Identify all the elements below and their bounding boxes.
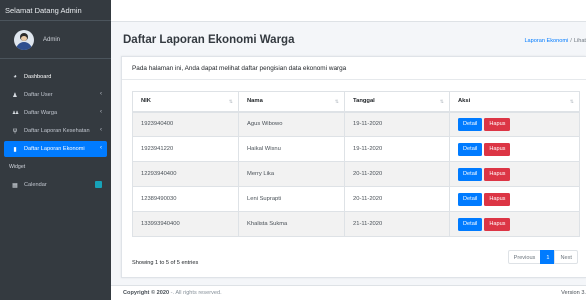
top-navbar — [111, 0, 586, 22]
pagination: Previous 1 Next — [507, 250, 578, 264]
footer: Copyright © 2020 -. All rights reserved.… — [111, 285, 586, 300]
cell-tanggal: 20-11-2020 — [344, 161, 450, 187]
table-row: 1923941220 Haikal Wisnu 19-11-2020 Detai… — [132, 136, 580, 162]
cell-aksi: Detail Hapus — [449, 111, 580, 137]
breadcrumb-link[interactable]: Laporan Ekonomi — [524, 38, 568, 44]
calendar-badge — [95, 181, 102, 188]
calendar-icon: ▦ — [12, 182, 18, 189]
table-row: 1923940400 Agus Wibowo 19-11-2020 Detail… — [132, 111, 580, 137]
footer-version: Version 3. — [561, 290, 586, 296]
hapus-button[interactable]: Hapus — [484, 142, 511, 156]
sidebar-item-calendar[interactable]: ▦ Calendar — [4, 177, 107, 193]
sidebar-item-laporan-ekonomi[interactable]: ▮ Daftar Laporan Ekonomi ‹ — [4, 141, 107, 157]
card-description: Pada halaman ini, Anda dapat melihat daf… — [122, 57, 586, 80]
sidebar-nav: ◕ Dashboard ♟ Daftar User ‹ ♟♟ Daftar Wa… — [0, 59, 111, 193]
cell-aksi: Detail Hapus — [449, 136, 580, 162]
sort-icon: ⇅ — [228, 99, 233, 105]
cell-nik: 1923940400 — [132, 111, 239, 137]
detail-button[interactable]: Detail — [458, 167, 483, 181]
cell-nama: Leni Suprapti — [238, 186, 345, 212]
cell-nik: 12389490030 — [132, 186, 239, 212]
chevron-left-icon: ‹ — [100, 109, 102, 115]
cell-tanggal: 19-11-2020 — [344, 111, 450, 137]
hapus-button[interactable]: Hapus — [484, 217, 511, 231]
cell-nama: Agus Wibowo — [238, 111, 345, 137]
table-row: 12293940400 Merry Lika 20-11-2020 Detail… — [132, 161, 580, 187]
hapus-button[interactable]: Hapus — [484, 167, 511, 181]
breadcrumb-separator: / — [570, 38, 572, 44]
footer-copyright: Copyright © 2020 -. All rights reserved. — [123, 290, 222, 296]
sort-icon: ⇅ — [334, 99, 339, 105]
sort-icon: ⇅ — [569, 99, 574, 105]
chevron-left-icon: ‹ — [100, 145, 102, 151]
breadcrumb-current: Lihat — [573, 38, 586, 44]
sidebar-item-label: Calendar — [24, 182, 47, 188]
column-header-nik[interactable]: NIK ⇅ — [132, 91, 239, 113]
page-title: Daftar Laporan Ekonomi Warga — [123, 34, 295, 46]
breadcrumb: Laporan Ekonomi / Lihat — [524, 38, 586, 44]
user-icon: ♟ — [12, 92, 18, 99]
cell-aksi: Detail Hapus — [449, 211, 580, 237]
sidebar-item-label: Daftar User — [24, 92, 53, 98]
brand-text[interactable]: Selamat Datang Admin — [0, 0, 111, 21]
cell-tanggal: 21-11-2020 — [344, 211, 450, 237]
table-info: Showing 1 to 5 of 5 entries — [132, 260, 199, 266]
user-panel: Admin — [0, 21, 111, 59]
pagination-previous[interactable]: Previous — [507, 250, 542, 264]
table-header-row: NIK ⇅ Nama ⇅ Tanggal ⇅ Aksi ⇅ — [132, 91, 580, 113]
hapus-button[interactable]: Hapus — [484, 192, 511, 206]
sidebar-item-laporan-kesehatan[interactable]: ψ Daftar Laporan Kesehatan ‹ — [4, 123, 107, 139]
sidebar-item-label: Daftar Laporan Kesehatan — [24, 128, 90, 134]
sidebar-item-label: Dashboard — [24, 74, 52, 80]
users-icon: ♟♟ — [11, 110, 19, 115]
chevron-left-icon: ‹ — [100, 127, 102, 133]
column-header-nama[interactable]: Nama ⇅ — [238, 91, 345, 113]
sidebar-item-label: Daftar Warga — [24, 110, 58, 116]
sort-icon: ⇅ — [439, 99, 444, 105]
cell-nama: Khalista Sukma — [238, 211, 345, 237]
cell-aksi: Detail Hapus — [449, 186, 580, 212]
nav-header-widget: Widget — [9, 164, 26, 170]
sidebar-item-label: Daftar Laporan Ekonomi — [24, 146, 85, 152]
detail-button[interactable]: Detail — [458, 117, 483, 131]
sidebar-item-daftar-user[interactable]: ♟ Daftar User ‹ — [4, 87, 107, 103]
avatar[interactable] — [14, 29, 34, 50]
detail-button[interactable]: Detail — [458, 142, 483, 156]
cell-tanggal: 20-11-2020 — [344, 186, 450, 212]
sidebar-item-dashboard[interactable]: ◕ Dashboard — [4, 69, 107, 85]
pagination-page-1[interactable]: 1 — [540, 250, 556, 264]
cell-aksi: Detail Hapus — [449, 161, 580, 187]
report-table: NIK ⇅ Nama ⇅ Tanggal ⇅ Aksi ⇅ 1923940400 Agu… — [132, 91, 580, 237]
hapus-button[interactable]: Hapus — [484, 117, 511, 131]
dashboard-icon: ◕ — [13, 74, 17, 80]
heartbeat-icon: ψ — [12, 128, 18, 134]
cell-nik: 12293940400 — [132, 161, 239, 187]
column-header-aksi[interactable]: Aksi ⇅ — [449, 91, 580, 113]
detail-button[interactable]: Detail — [458, 192, 483, 206]
cell-tanggal: 19-11-2020 — [344, 136, 450, 162]
cell-nik: 1923941220 — [132, 136, 239, 162]
sidebar: Selamat Datang Admin Admin ◕ Dashboard ♟… — [0, 0, 111, 300]
user-name[interactable]: Admin — [43, 37, 60, 43]
chevron-left-icon: ‹ — [100, 91, 102, 97]
cell-nama: Merry Lika — [238, 161, 345, 187]
cell-nik: 133993940400 — [132, 211, 239, 237]
cell-nama: Haikal Wisnu — [238, 136, 345, 162]
table-row: 12389490030 Leni Suprapti 20-11-2020 Det… — [132, 186, 580, 212]
table-row: 133993940400 Khalista Sukma 21-11-2020 D… — [132, 211, 580, 237]
report-card: Pada halaman ini, Anda dapat melihat daf… — [121, 56, 586, 278]
detail-button[interactable]: Detail — [458, 217, 483, 231]
pagination-next[interactable]: Next — [554, 250, 578, 264]
sidebar-item-daftar-warga[interactable]: ♟♟ Daftar Warga ‹ — [4, 105, 107, 121]
column-header-tanggal[interactable]: Tanggal ⇅ — [344, 91, 450, 113]
book-icon: ▮ — [13, 146, 17, 153]
